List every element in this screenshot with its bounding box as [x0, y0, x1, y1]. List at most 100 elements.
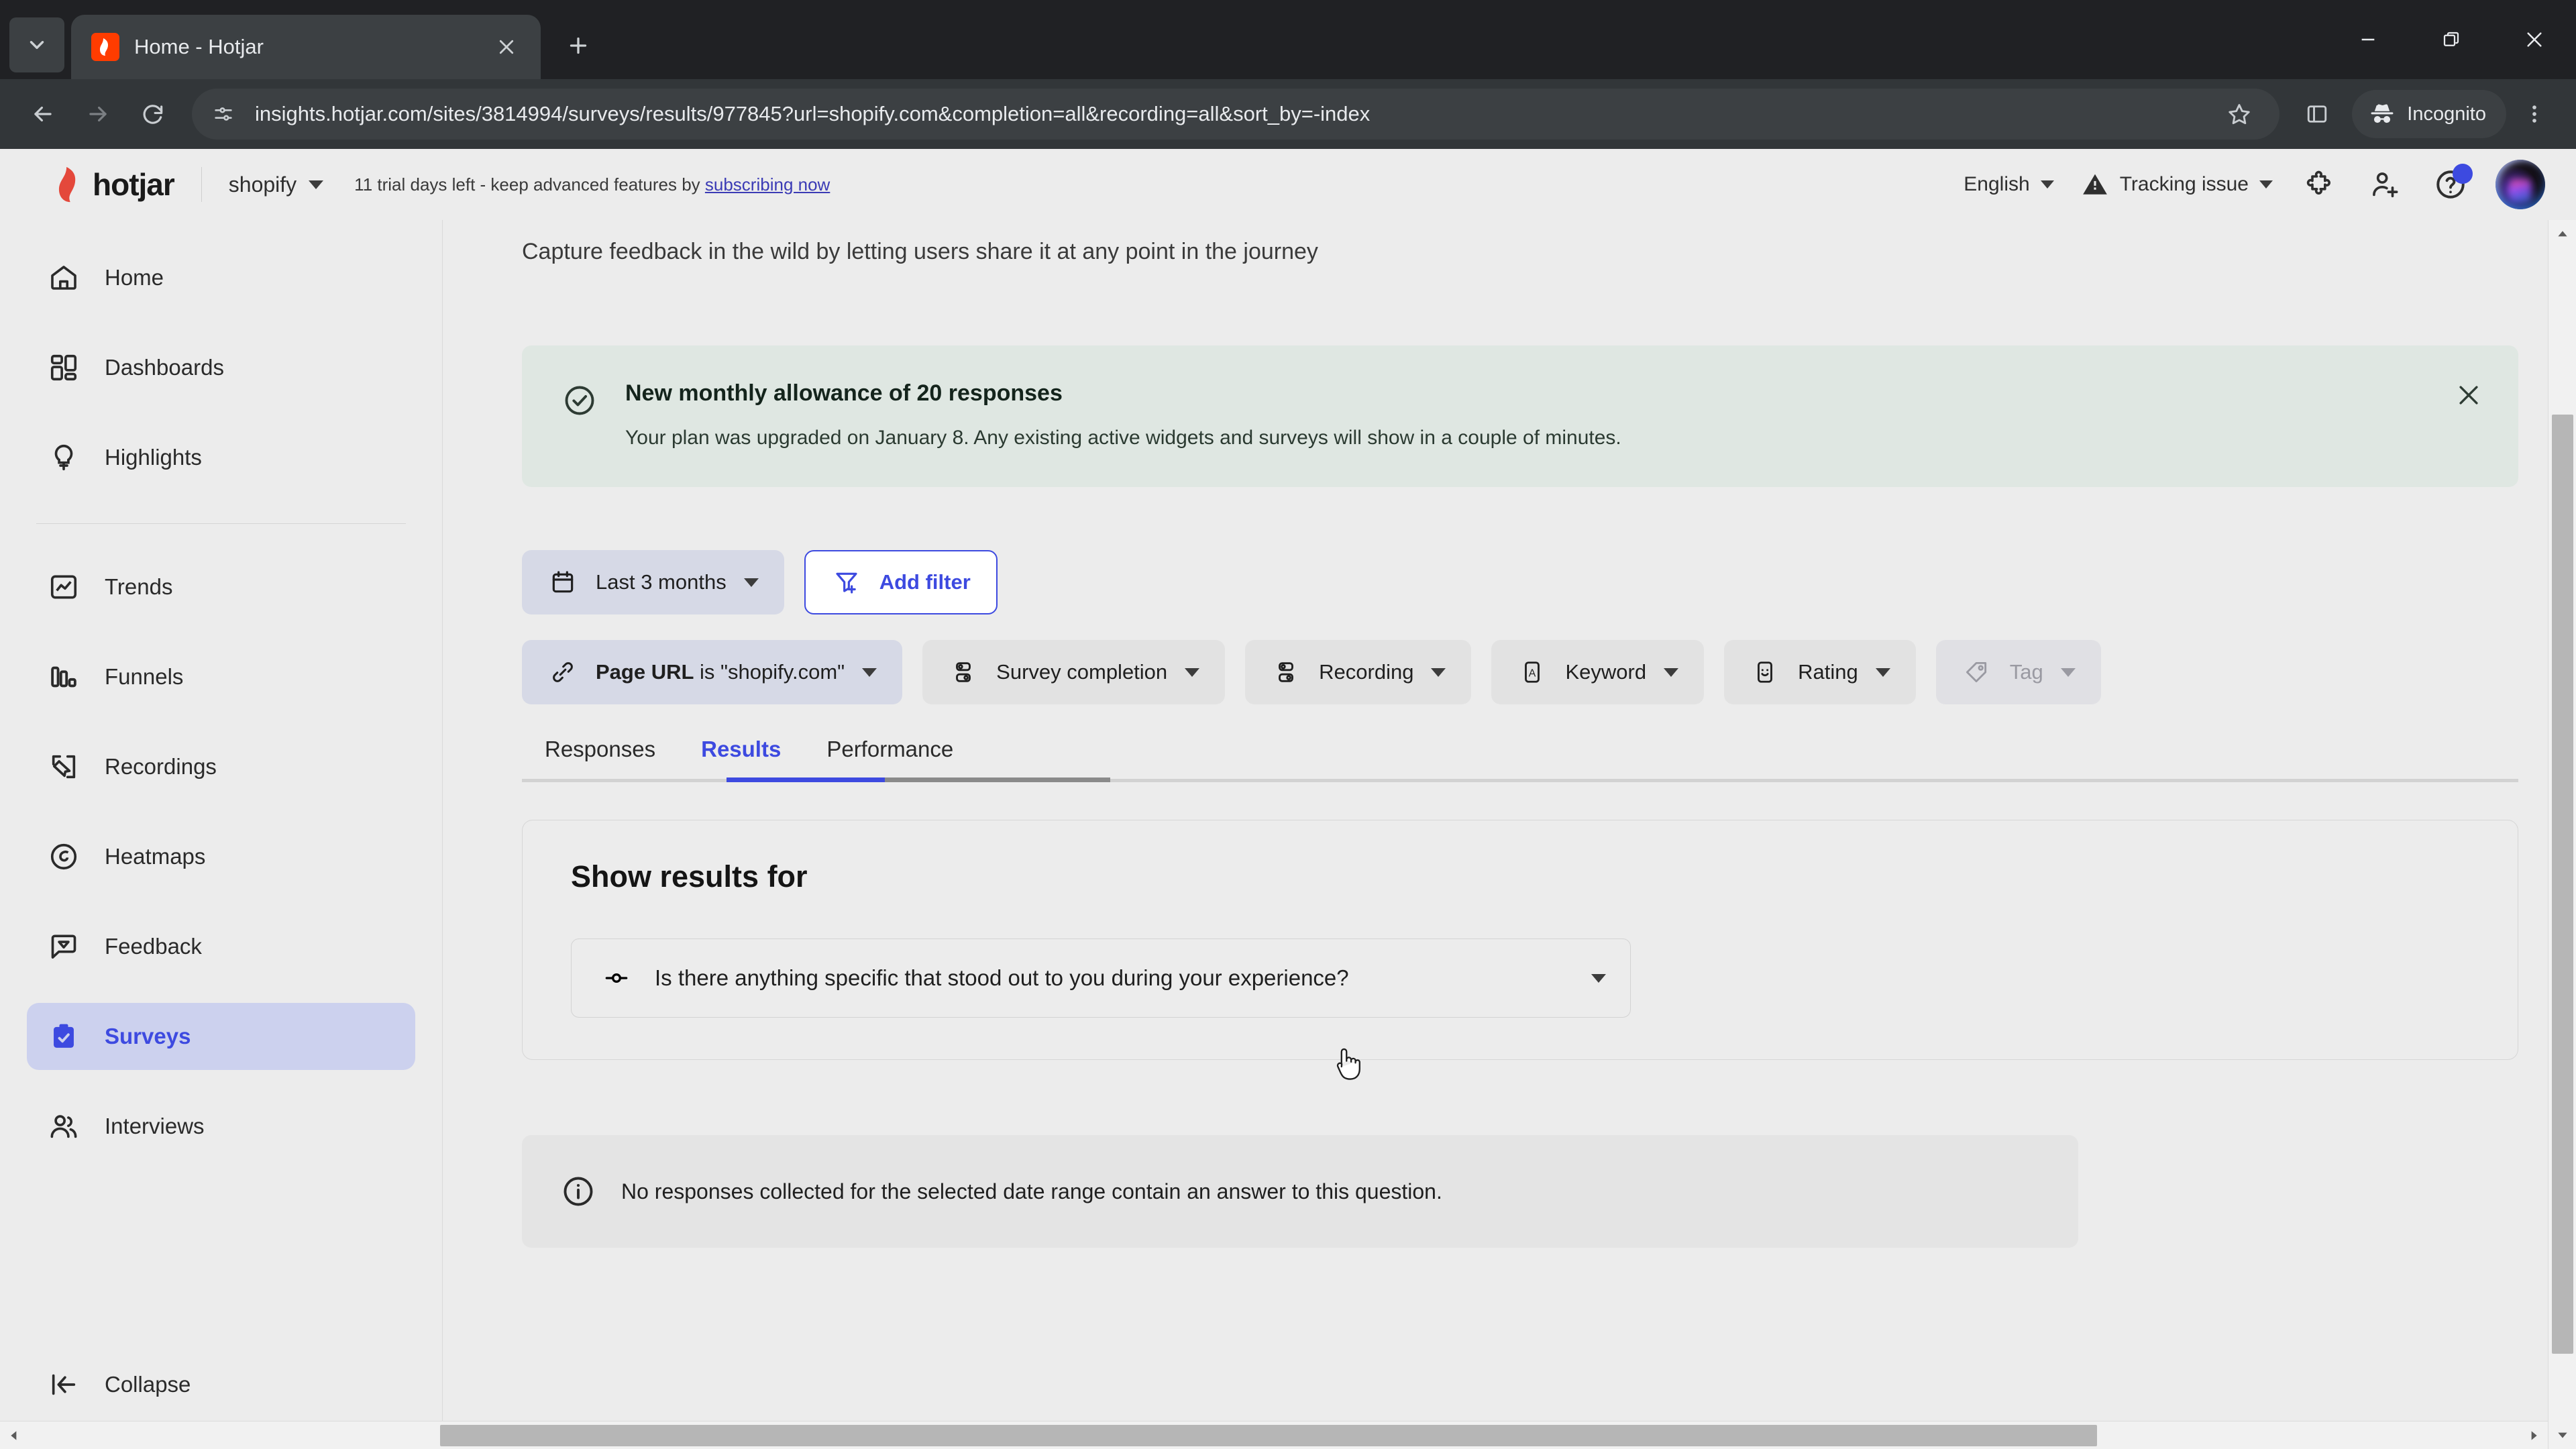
date-range-filter[interactable]: Last 3 months: [522, 550, 784, 614]
sidebar-item-dashboards[interactable]: Dashboards: [27, 334, 415, 401]
banner-close-button[interactable]: [2451, 378, 2486, 413]
interviews-people-icon: [46, 1108, 82, 1144]
incognito-label: Incognito: [2407, 103, 2486, 125]
info-circle-icon: [561, 1174, 596, 1209]
chevron-down-icon: [309, 180, 324, 189]
tab-responses[interactable]: Responses: [522, 737, 678, 782]
window-maximize-button[interactable]: [2410, 0, 2493, 79]
scroll-up-arrow[interactable]: [2548, 220, 2576, 248]
forward-arrow-icon: [89, 106, 107, 122]
chevron-down-icon: [1185, 667, 1200, 677]
invite-user-button[interactable]: [2365, 165, 2404, 204]
tracking-status[interactable]: Tracking issue: [2081, 170, 2273, 199]
main-content: Capture feedback in the wild by letting …: [443, 220, 2576, 1449]
close-icon: [2527, 32, 2542, 47]
chevron-down-icon: [1431, 667, 1446, 677]
sidebar-item-recordings[interactable]: Recordings: [27, 733, 415, 800]
filter-chip-survey-completion[interactable]: Survey completion: [922, 640, 1226, 704]
empty-state-message: No responses collected for the selected …: [522, 1135, 2078, 1248]
content-horizontal-scrollbar[interactable]: [0, 1421, 2548, 1449]
filter-chip-recording[interactable]: Recording: [1245, 640, 1472, 704]
filter-chip-key: Page URL: [596, 660, 694, 684]
tracking-status-label: Tracking issue: [2119, 173, 2249, 195]
help-notification-badge: [2453, 164, 2473, 184]
sidebar-item-label: Dashboards: [105, 355, 224, 380]
chevron-down-icon: [2040, 180, 2054, 189]
site-selector[interactable]: shopify: [228, 172, 324, 197]
forward-button[interactable]: [72, 89, 123, 140]
browser-toolbar: insights.hotjar.com/sites/3814994/survey…: [0, 79, 2576, 149]
add-filter-button[interactable]: Add filter: [804, 550, 998, 614]
collapse-left-icon: [46, 1366, 82, 1403]
sidebar-item-funnels[interactable]: Funnels: [27, 643, 415, 710]
scroll-right-arrow[interactable]: [2520, 1421, 2548, 1449]
incognito-indicator[interactable]: Incognito: [2352, 90, 2506, 138]
language-selector[interactable]: English: [1964, 173, 2054, 196]
window-close-button[interactable]: [2493, 0, 2576, 79]
sidebar-item-heatmaps[interactable]: Heatmaps: [27, 823, 415, 890]
help-button[interactable]: [2431, 164, 2473, 204]
language-label: English: [1964, 173, 2030, 195]
tab-results[interactable]: Results: [678, 737, 804, 782]
sidebar-item-label: Feedback: [105, 934, 202, 959]
content-vertical-scrollbar[interactable]: [2548, 220, 2576, 1449]
horizontal-scroll-thumb[interactable]: [440, 1425, 2097, 1446]
new-tab-button[interactable]: [555, 23, 601, 68]
date-range-label: Last 3 months: [596, 570, 727, 594]
filter-chip-label: Tag: [2009, 660, 2043, 684]
sidebar-item-label: Heatmaps: [105, 844, 206, 869]
hotjar-favicon: [91, 33, 119, 61]
tag-icon: [1962, 657, 1992, 688]
reload-button[interactable]: [127, 89, 178, 140]
address-bar[interactable]: insights.hotjar.com/sites/3814994/survey…: [192, 89, 2280, 140]
sidebar-collapse-button[interactable]: Collapse: [27, 1351, 415, 1418]
plus-icon: [570, 37, 587, 54]
extensions-button[interactable]: [2300, 165, 2339, 204]
question-select[interactable]: Is there anything specific that stood ou…: [571, 938, 1631, 1018]
banner-text: Your plan was upgraded on January 8. Any…: [625, 427, 1621, 449]
toggle-list-icon: [948, 657, 979, 688]
scroll-down-arrow[interactable]: [2548, 1421, 2576, 1449]
window-minimize-button[interactable]: [2326, 0, 2410, 79]
sidebar-item-label: Funnels: [105, 664, 184, 689]
sidebar-item-trends[interactable]: Trends: [27, 553, 415, 621]
back-button[interactable]: [17, 89, 68, 140]
side-panel-button[interactable]: [2293, 90, 2341, 138]
filter-chip-keyword[interactable]: A Keyword: [1491, 640, 1705, 704]
close-tab-button[interactable]: [491, 32, 522, 62]
tab-hover-indicator: [885, 777, 1110, 782]
filter-chip-page-url[interactable]: Page URL is "shopify.com": [522, 640, 903, 704]
filter-chip-tag[interactable]: Tag: [1935, 640, 2101, 704]
hotjar-logo[interactable]: hotjar: [52, 166, 175, 203]
filter-chip-rating[interactable]: Rating: [1724, 640, 1916, 704]
page-subtitle: Capture feedback in the wild by letting …: [522, 239, 1318, 264]
smiley-rating-icon: [1750, 657, 1780, 688]
chevron-down-icon: [2060, 667, 2076, 677]
tab-performance[interactable]: Performance: [804, 737, 976, 782]
site-name: shopify: [228, 172, 297, 197]
scroll-left-arrow[interactable]: [0, 1421, 28, 1449]
sidebar-item-surveys[interactable]: Surveys: [27, 1003, 415, 1070]
filter-chip-label: Recording: [1319, 660, 1414, 684]
sidebar-item-home[interactable]: Home: [27, 244, 415, 311]
svg-text:A: A: [1529, 667, 1536, 679]
calendar-icon: [547, 567, 578, 598]
sidebar-item-feedback[interactable]: Feedback: [27, 913, 415, 980]
sidebar-item-interviews[interactable]: Interviews: [27, 1093, 415, 1160]
bookmark-star-icon[interactable]: [2215, 90, 2263, 138]
keyword-a-glyph: A: [1525, 661, 1540, 683]
surveys-clipboard-glyph: [54, 1024, 74, 1048]
chevron-down-icon: [743, 578, 759, 587]
tab-active-indicator: [727, 777, 885, 782]
browser-tab-active[interactable]: Home - Hotjar: [71, 15, 541, 79]
browser-menu-button[interactable]: [2510, 90, 2559, 138]
chevron-down-icon: [30, 41, 44, 49]
tab-search-button[interactable]: [9, 17, 64, 72]
user-avatar[interactable]: [2496, 160, 2545, 209]
sidebar-item-highlights[interactable]: Highlights: [27, 424, 415, 491]
page-settings-icon[interactable]: [204, 95, 243, 133]
star-icon: [2229, 104, 2250, 125]
filter-chip-label: Survey completion: [996, 660, 1168, 684]
subscribe-link[interactable]: subscribing now: [705, 174, 830, 195]
vertical-scroll-thumb[interactable]: [2552, 415, 2573, 1354]
